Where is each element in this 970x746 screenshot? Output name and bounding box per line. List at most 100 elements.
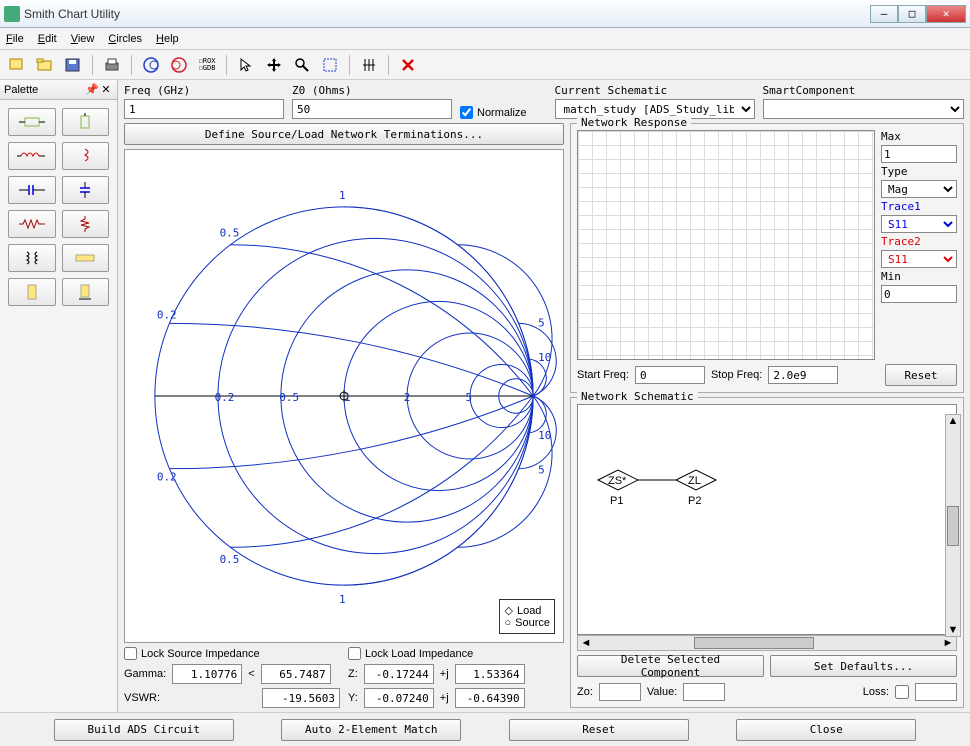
smart-label: SmartComponent [763, 84, 964, 97]
palette-shunt-res[interactable] [62, 210, 110, 238]
grid-snap-icon[interactable] [356, 53, 382, 77]
smith-chart[interactable]: 0.2 0.5 1 2 5 1 0.5 0.2 0.2 0.5 1 5 [124, 149, 564, 643]
y-im-input[interactable] [455, 688, 525, 708]
palette-series-res[interactable] [8, 210, 56, 238]
palette-title: Palette [4, 84, 38, 96]
palette-panel: Palette 📌 ✕ [0, 80, 118, 712]
stopfreq-label: Stop Freq: [711, 369, 762, 381]
auto-match-button[interactable]: Auto 2-Element Match [281, 719, 461, 741]
window-title: Smith Chart Utility [24, 7, 870, 21]
plusj-1: +j [440, 668, 449, 680]
palette-close-icon[interactable]: ✕ [99, 83, 113, 96]
palette-stub-short[interactable] [62, 278, 110, 306]
palette-shunt-cap[interactable] [62, 176, 110, 204]
print-icon[interactable] [99, 53, 125, 77]
svg-text:0.5: 0.5 [220, 553, 240, 566]
freq-label: Freq (GHz) [124, 84, 284, 97]
y-label: Y: [348, 692, 358, 704]
angle-symbol: < [248, 668, 254, 680]
palette-pin-icon[interactable]: 📌 [85, 83, 99, 96]
move-icon[interactable] [261, 53, 287, 77]
netsch-title: Network Schematic [577, 390, 698, 403]
z-label: Z: [348, 668, 358, 680]
sch-value-input[interactable] [683, 683, 725, 701]
netsch-vscroll[interactable]: ▲ ▼ [945, 414, 961, 637]
close-window-button[interactable]: ✕ [926, 5, 966, 23]
netresp-plot[interactable] [577, 130, 875, 360]
type-label: Type [881, 165, 957, 178]
svg-text:10: 10 [538, 429, 551, 442]
plusj-2: +j [440, 692, 449, 704]
pointer-icon[interactable] [233, 53, 259, 77]
netresp-reset-button[interactable]: Reset [885, 364, 957, 386]
define-terminations-button[interactable]: Define Source/Load Network Terminations.… [124, 123, 564, 145]
delete-component-button[interactable]: Delete Selected Component [577, 655, 764, 677]
trace2-select[interactable]: S11 [881, 250, 957, 268]
minimize-button[interactable]: — [870, 5, 898, 23]
type-select[interactable]: Mag [881, 180, 957, 198]
svg-text:P2: P2 [688, 495, 701, 507]
smart-select[interactable] [763, 99, 964, 119]
normalize-checkbox[interactable] [460, 106, 473, 119]
z-im-input[interactable] [455, 664, 525, 684]
app-icon [4, 6, 20, 22]
freq-input[interactable] [124, 99, 284, 119]
reset-button[interactable]: Reset [509, 719, 689, 741]
save-icon[interactable] [60, 53, 86, 77]
select-rect-icon[interactable] [317, 53, 343, 77]
svg-text:ZS*: ZS* [608, 475, 627, 487]
svg-text:1: 1 [339, 189, 346, 202]
menu-help[interactable]: Help [156, 33, 179, 45]
delete-icon[interactable] [395, 53, 421, 77]
lock-source-label: Lock Source Impedance [141, 648, 260, 660]
palette-shunt-l[interactable] [62, 108, 110, 136]
z0-label: Z0 (Ohms) [292, 84, 452, 97]
menu-file[interactable]: File [6, 33, 24, 45]
maximize-button[interactable]: □ [898, 5, 926, 23]
gamma-ang-input[interactable] [261, 664, 331, 684]
lock-load-checkbox[interactable] [348, 647, 361, 660]
z-re-input[interactable] [364, 664, 434, 684]
close-button[interactable]: Close [736, 719, 916, 741]
vswr-label: VSWR: [124, 692, 160, 704]
zoom-icon[interactable] [289, 53, 315, 77]
sch-zo-input[interactable] [599, 683, 641, 701]
trace2-label: Trace2 [881, 235, 957, 248]
palette-series-l[interactable] [8, 108, 56, 136]
netsch-hscroll[interactable]: ◄ ► [577, 635, 957, 651]
menu-circles[interactable]: Circles [108, 33, 142, 45]
palette-series-cap[interactable] [8, 176, 56, 204]
build-circuit-button[interactable]: Build ADS Circuit [54, 719, 234, 741]
y-re-input[interactable] [364, 688, 434, 708]
set-defaults-button[interactable]: Set Defaults... [770, 655, 957, 677]
grid-opts-icon[interactable]: ☐ROX☐GDB [194, 53, 220, 77]
palette-xfmr[interactable] [8, 244, 56, 272]
z0-input[interactable] [292, 99, 452, 119]
palette-stub-open[interactable] [8, 278, 56, 306]
menu-edit[interactable]: Edit [38, 33, 57, 45]
svg-text:5: 5 [465, 391, 472, 404]
max-input[interactable] [881, 145, 957, 163]
sch-loss-checkbox[interactable] [895, 685, 909, 699]
netsch-canvas[interactable]: ZS* P1 ZL P2 [577, 404, 957, 635]
gamma-mag-input[interactable] [172, 664, 242, 684]
palette-shunt-ind[interactable] [62, 142, 110, 170]
palette-series-ind[interactable] [8, 142, 56, 170]
smith-y-icon[interactable] [166, 53, 192, 77]
sch-loss-input[interactable] [915, 683, 957, 701]
lock-source-checkbox[interactable] [124, 647, 137, 660]
vswr-input[interactable] [262, 688, 340, 708]
sch-loss-label: Loss: [863, 686, 889, 698]
menu-view[interactable]: View [71, 33, 95, 45]
startfreq-input[interactable] [635, 366, 705, 384]
stopfreq-input[interactable] [768, 366, 838, 384]
new-icon[interactable] [4, 53, 30, 77]
svg-text:5: 5 [538, 464, 545, 477]
smith-z-icon[interactable] [138, 53, 164, 77]
gamma-label: Gamma: [124, 668, 166, 680]
svg-text:1: 1 [339, 593, 346, 606]
open-icon[interactable] [32, 53, 58, 77]
palette-tline[interactable] [62, 244, 110, 272]
min-input[interactable] [881, 285, 957, 303]
trace1-select[interactable]: S11 [881, 215, 957, 233]
